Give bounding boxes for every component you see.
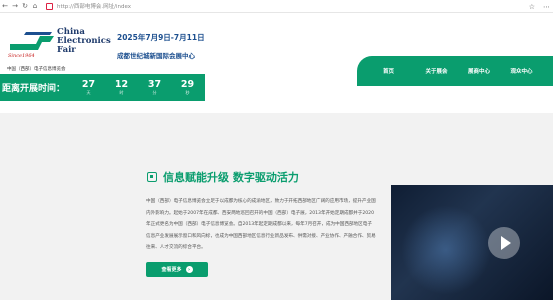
address-bar[interactable]: http://西部电博会.网址/index (46, 1, 131, 11)
countdown-days-value: 27 (81, 78, 96, 90)
logo-title: China Electronics Fair (57, 28, 111, 55)
countdown-minutes-value: 37 (147, 78, 162, 90)
site-icon (46, 2, 53, 10)
view-more-button[interactable]: 查看更多 › (146, 262, 208, 277)
home-icon[interactable]: ⌂ (30, 0, 40, 13)
countdown-seconds: 29 秒 (171, 78, 204, 96)
countdown-minutes-unit: 分 (152, 89, 157, 95)
arrow-right-circle-icon: › (185, 266, 193, 273)
fair-venue: 成都世纪城新国际会展中心 (117, 52, 195, 60)
countdown-label: 距离开展时间： (2, 84, 66, 94)
star-icon[interactable]: ☆ (529, 3, 535, 11)
nav-item-visitors[interactable]: 观众中心 (511, 67, 553, 75)
chip-icon (147, 172, 157, 182)
play-icon[interactable] (488, 227, 520, 259)
browser-toolbar: ← → ↻ ⌂ http://西部电博会.网址/index ☆ ⋯ (0, 0, 553, 13)
logo-mark (10, 32, 54, 50)
countdown-seconds-unit: 秒 (185, 89, 190, 95)
reload-icon[interactable]: ↻ (20, 0, 30, 13)
logo-title-line3: Fair (57, 45, 76, 55)
arrow-right-icon[interactable]: → (10, 0, 20, 13)
logo-since: Since1964 (8, 53, 35, 59)
countdown-seconds-value: 29 (180, 78, 195, 90)
intro-heading: 信息赋能升级 数字驱动活力 (163, 171, 299, 184)
countdown-hours-value: 12 (114, 78, 129, 90)
nav-item-home[interactable]: 首页 (383, 67, 426, 75)
arrow-left-icon[interactable]: ← (0, 0, 10, 13)
countdown-hours-unit: 时 (119, 89, 124, 95)
fair-date: 2025年7月9日-7月11日 (117, 33, 205, 42)
logo-subtitle: 中国（西部）电子信息博览会 (7, 67, 66, 72)
countdown-bar: 距离开展时间： 27 天 12 时 37 分 29 秒 (0, 74, 205, 101)
more-icon[interactable]: ⋯ (543, 3, 550, 11)
nav-item-about[interactable]: 关于展会 (426, 67, 469, 75)
countdown-days-unit: 天 (86, 89, 91, 95)
video-thumbnail (401, 205, 491, 295)
fair-info: 2025年7月9日-7月11日 成都世纪城新国际会展中心 (117, 32, 205, 60)
intro-paragraph: 中国（西部）电子信息博览会立足于以成都为核心的成渝地区，致力于开拓西部地区广阔的… (146, 199, 376, 250)
view-more-label: 查看更多 (161, 267, 182, 273)
countdown-hours: 12 时 (105, 78, 138, 96)
main-nav: 首页 关于展会 展商中心 观众中心 (357, 56, 553, 86)
url-text[interactable]: http://西部电博会.网址/index (57, 2, 131, 10)
logo[interactable]: China Electronics Fair Since1964 中国（西部）电… (6, 28, 111, 74)
nav-item-exhibitors[interactable]: 展商中心 (468, 67, 511, 75)
intro-title: 信息赋能升级 数字驱动活力 (147, 169, 299, 185)
intro-video[interactable] (391, 185, 553, 300)
site-header: China Electronics Fair Since1964 中国（西部）电… (0, 14, 553, 86)
intro-section: 信息赋能升级 数字驱动活力 中国（西部）电子信息博览会立足于以成都为核心的成渝地… (0, 113, 553, 300)
countdown-minutes: 37 分 (138, 78, 171, 96)
countdown-days: 27 天 (72, 78, 105, 96)
